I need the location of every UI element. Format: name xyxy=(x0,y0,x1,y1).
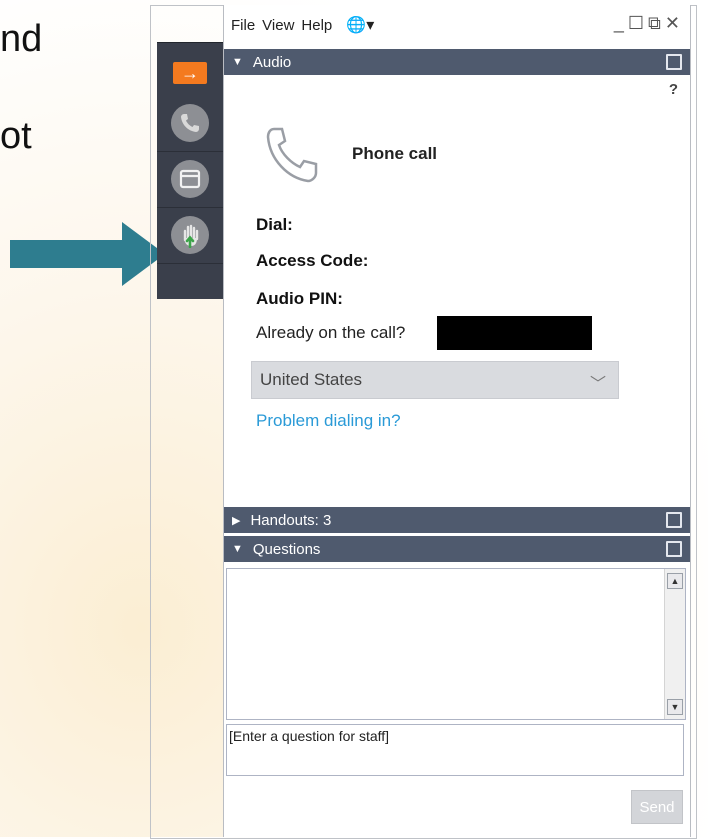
already-on-call-label: Already on the call? xyxy=(256,323,406,342)
audio-tool-button[interactable] xyxy=(157,95,223,152)
popout-icon[interactable] xyxy=(666,541,682,557)
raise-hand-tool-button[interactable] xyxy=(157,207,223,264)
language-globe-icon[interactable]: 🌐▾ xyxy=(346,15,374,35)
phone-icon xyxy=(266,127,318,183)
redacted-block xyxy=(437,316,592,350)
window-controls[interactable]: _☐⧉✕ xyxy=(614,13,684,34)
country-value: United States xyxy=(260,370,363,389)
control-panel: File View Help 🌐▾ _☐⧉✕ ▼ Audio ? Phone c… xyxy=(223,5,691,837)
slide-text-line-1: nd xyxy=(0,18,43,60)
handouts-title: Handouts: 3 xyxy=(250,511,332,529)
expanded-triangle-icon: ▼ xyxy=(232,543,243,555)
popout-icon[interactable] xyxy=(666,512,682,528)
popout-icon[interactable] xyxy=(666,54,682,70)
send-button[interactable]: Send xyxy=(631,790,683,824)
menu-bar: File View Help 🌐▾ _☐⧉✕ xyxy=(224,5,690,45)
side-toolbar: → xyxy=(157,42,223,299)
questions-section-header[interactable]: ▼ Questions xyxy=(224,536,690,562)
slide-text-line-2: ot xyxy=(0,115,32,157)
scroll-down-icon[interactable]: ▼ xyxy=(667,699,683,715)
menu-file[interactable]: File xyxy=(231,17,255,34)
collapse-panel-button[interactable]: → xyxy=(157,55,223,91)
country-select[interactable]: United States ﹀ xyxy=(251,361,619,399)
audio-title: Audio xyxy=(252,53,292,71)
access-code-label: Access Code: xyxy=(256,251,369,270)
questions-title: Questions xyxy=(252,540,321,558)
audio-pin-label: Audio PIN: xyxy=(256,289,343,308)
dial-label: Dial: xyxy=(256,215,293,234)
expanded-triangle-icon: ▼ xyxy=(232,56,243,68)
collapsed-triangle-icon: ▶ xyxy=(232,514,241,527)
questions-scrollbar[interactable]: ▲ ▼ xyxy=(664,569,685,719)
chevron-down-icon: ﹀ xyxy=(589,376,606,393)
window-tool-button[interactable] xyxy=(157,151,223,208)
help-question-icon[interactable]: ? xyxy=(669,81,678,98)
menu-view[interactable]: View xyxy=(262,17,294,34)
arrow-right-icon: → xyxy=(173,62,207,84)
menu-help[interactable]: Help xyxy=(301,17,332,34)
scroll-up-icon[interactable]: ▲ xyxy=(667,573,683,589)
handouts-section-header[interactable]: ▶ Handouts: 3 xyxy=(224,507,690,533)
window-icon xyxy=(171,160,209,198)
raise-hand-icon xyxy=(171,216,209,254)
phone-icon xyxy=(171,104,209,142)
problem-dialing-link[interactable]: Problem dialing in? xyxy=(256,411,401,431)
questions-log[interactable]: ▲ ▼ xyxy=(226,568,686,720)
audio-section-header[interactable]: ▼ Audio xyxy=(224,49,690,75)
question-input[interactable]: [Enter a question for staff] xyxy=(226,724,684,776)
phone-call-label: Phone call xyxy=(352,144,438,163)
pointer-arrow-icon xyxy=(10,222,165,286)
